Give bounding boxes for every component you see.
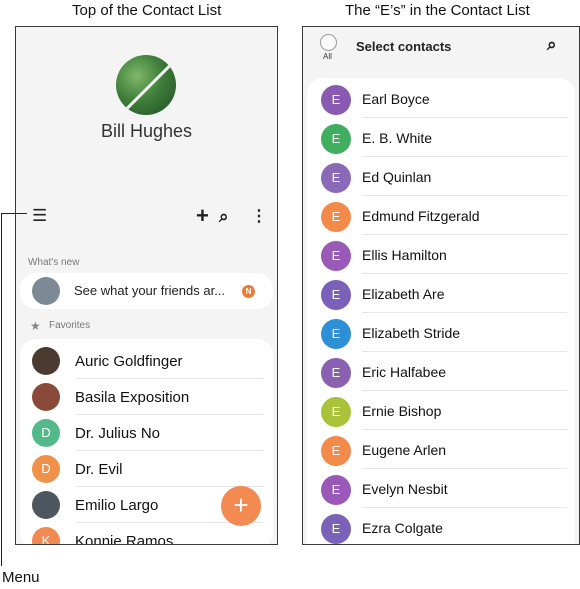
contact-name: Konnie Ramos [75, 533, 174, 545]
contact-name: Elizabeth Stride [362, 325, 461, 341]
contact-name: Ellis Hamilton [362, 247, 447, 263]
menu-callout-line [1, 213, 27, 214]
whats-new-text: See what your friends ar... [74, 283, 226, 298]
contact-row[interactable]: E Ed Quinlan [307, 158, 575, 196]
row-divider [362, 429, 567, 430]
right-caption: The “E’s” in the Contact List [345, 2, 530, 19]
contact-name: Dr. Evil [75, 461, 123, 478]
contact-name: Emilio Largo [75, 497, 159, 514]
search-icon[interactable]: ⌕ [547, 36, 557, 53]
row-divider [362, 117, 567, 118]
row-divider [362, 312, 567, 313]
contact-avatar: E [321, 397, 351, 427]
row-divider [362, 507, 567, 508]
select-contacts-title: Select contacts [356, 39, 452, 54]
contact-avatar: E [321, 202, 351, 232]
contact-avatar: D [32, 455, 60, 483]
contact-name: Dr. Julius No [75, 425, 161, 442]
contact-avatar: E [321, 163, 351, 193]
contact-avatar: E [321, 319, 351, 349]
contact-name: Auric Goldfinger [75, 353, 183, 370]
favorite-contact-row[interactable]: Basila Exposition [20, 379, 273, 415]
left-caption: Top of the Contact List [72, 2, 222, 19]
profile-name[interactable]: Bill Hughes [16, 121, 277, 142]
contact-name: Basila Exposition [75, 389, 190, 406]
menu-callout-label: Menu [2, 569, 40, 586]
row-divider [362, 195, 567, 196]
contact-name: Edmund Fitzgerald [362, 208, 480, 224]
contact-list-e-screen: All Select contacts ⌕ E Earl Boyce E E. B. … [302, 26, 580, 545]
contact-avatar: E [321, 436, 351, 466]
contact-avatar [32, 383, 60, 411]
contact-name: Ed Quinlan [362, 169, 432, 185]
add-contact-fab[interactable]: + [221, 486, 261, 526]
select-all-checkbox[interactable] [320, 34, 337, 51]
contact-name: Eric Halfabee [362, 364, 447, 380]
favorites-label: Favorites [49, 320, 91, 331]
contact-name: E. B. White [362, 130, 433, 146]
contact-avatar [32, 347, 60, 375]
new-badge: N [242, 285, 255, 298]
contact-avatar: E [321, 475, 351, 505]
contact-name: Evelyn Nesbit [362, 481, 448, 497]
favorite-contact-row[interactable]: K Konnie Ramos [20, 523, 273, 545]
e-contact-list: E Earl Boyce E E. B. White E Ed Quinlan E Edmun… [307, 78, 575, 544]
contact-row[interactable]: E Eugene Arlen [307, 431, 575, 469]
menu-icon[interactable]: ☰ [32, 207, 47, 224]
profile-avatar[interactable] [116, 55, 176, 115]
row-divider [362, 234, 567, 235]
contact-avatar [32, 491, 60, 519]
contact-row[interactable]: E Earl Boyce [307, 80, 575, 118]
favorite-contact-row[interactable]: D Dr. Evil [20, 451, 273, 487]
contact-name: Elizabeth Are [362, 286, 445, 302]
contact-avatar: E [321, 514, 351, 544]
contact-name: Earl Boyce [362, 91, 430, 107]
contact-name: Eugene Arlen [362, 442, 447, 458]
contact-row[interactable]: E Ellis Hamilton [307, 236, 575, 274]
contact-row[interactable]: E Ezra Colgate [307, 509, 575, 544]
row-divider [362, 390, 567, 391]
add-contact-icon[interactable]: + [196, 205, 209, 227]
contact-row[interactable]: E Eric Halfabee [307, 353, 575, 391]
contact-avatar: E [321, 124, 351, 154]
row-divider [362, 273, 567, 274]
contact-row[interactable]: E Elizabeth Are [307, 275, 575, 313]
contact-avatar: E [321, 280, 351, 310]
contact-avatar: K [32, 527, 60, 544]
menu-callout-line [1, 213, 2, 566]
more-options-icon[interactable]: ⋮ [251, 209, 267, 225]
contact-avatar: E [321, 358, 351, 388]
star-icon: ★ [30, 319, 41, 333]
contact-avatar: E [321, 85, 351, 115]
contact-row[interactable]: E Evelyn Nesbit [307, 470, 575, 508]
contact-avatar: E [321, 241, 351, 271]
contact-row[interactable]: E Edmund Fitzgerald [307, 197, 575, 235]
contact-row[interactable]: E E. B. White [307, 119, 575, 157]
contact-row[interactable]: E Elizabeth Stride [307, 314, 575, 352]
contact-name: Ernie Bishop [362, 403, 442, 419]
favorite-contact-row[interactable]: Auric Goldfinger [20, 343, 273, 379]
contact-avatar: D [32, 419, 60, 447]
row-divider [362, 351, 567, 352]
select-all-label: All [323, 52, 332, 61]
favorite-contact-row[interactable]: D Dr. Julius No [20, 415, 273, 451]
contact-list-top-screen: Bill Hughes ☰ + ⌕ ⋮ What's new See what … [15, 26, 278, 545]
whats-new-label: What's new [28, 257, 80, 268]
row-divider [362, 468, 567, 469]
row-divider [362, 156, 567, 157]
whats-new-card[interactable]: See what your friends ar... N [20, 273, 273, 309]
contact-row[interactable]: E Ernie Bishop [307, 392, 575, 430]
friend-avatar [32, 277, 60, 305]
contact-name: Ezra Colgate [362, 520, 443, 536]
search-icon[interactable]: ⌕ [219, 208, 229, 225]
